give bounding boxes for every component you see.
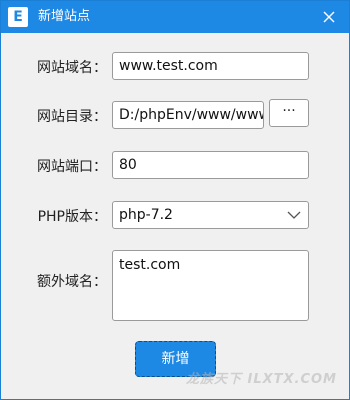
directory-label: 网站目录： — [37, 109, 107, 125]
app-icon: E — [8, 7, 28, 27]
php-version-select[interactable]: php-7.2 — [112, 201, 309, 229]
close-button[interactable] — [321, 9, 337, 25]
domain-label: 网站域名： — [37, 60, 107, 76]
watermark: 龙族天下 ILXTX.COM — [185, 372, 337, 387]
close-icon — [323, 11, 335, 23]
chevron-down-icon — [287, 211, 301, 219]
window-title: 新增站点 — [38, 9, 91, 24]
domain-input[interactable]: www.test.com — [112, 52, 309, 80]
directory-input[interactable]: D:/phpEnv/www/www.test.com — [112, 101, 264, 129]
add-site-dialog: E 新增站点 网站域名： www.test.com 网站目录： D:/phpEn… — [0, 0, 350, 400]
php-version-value: php-7.2 — [119, 207, 173, 223]
port-label: 网站端口： — [37, 159, 107, 175]
browse-button[interactable]: ··· — [269, 99, 309, 127]
title-bar[interactable]: E 新增站点 — [1, 1, 349, 33]
port-input[interactable]: 80 — [112, 151, 309, 179]
extra-domains-textarea[interactable]: test.com — [112, 250, 309, 321]
php-version-label: PHP版本： — [37, 209, 107, 225]
dialog-content: 网站域名： www.test.com 网站目录： D:/phpEnv/www/w… — [1, 33, 349, 399]
extra-domains-label: 额外域名： — [37, 274, 107, 290]
